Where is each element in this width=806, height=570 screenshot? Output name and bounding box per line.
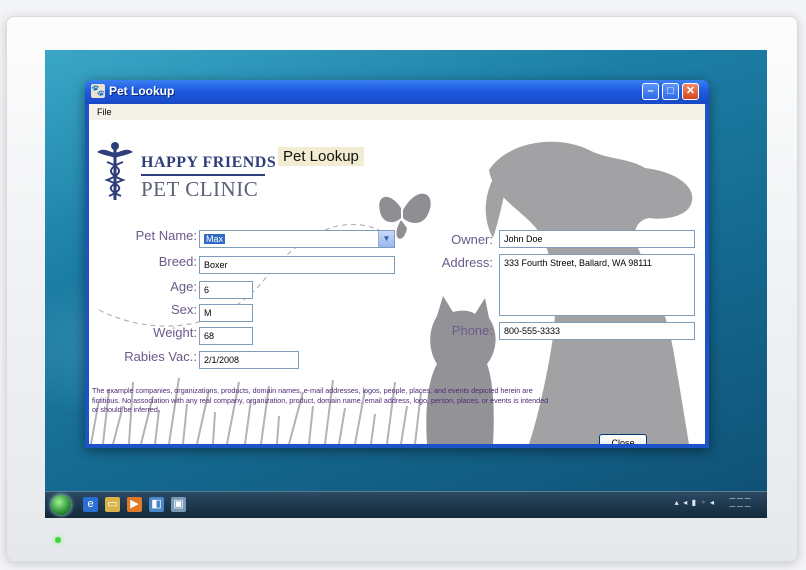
ie-icon[interactable]: e <box>83 497 98 512</box>
rabies-vac-label: Rabies Vac.: <box>124 349 197 364</box>
maximize-button[interactable]: □ <box>662 83 679 100</box>
explorer-icon[interactable]: ◧ <box>149 497 164 512</box>
breed-field[interactable]: Boxer <box>199 256 395 274</box>
address-label: Address: <box>441 255 493 270</box>
close-button[interactable]: Close <box>599 434 647 444</box>
caduceus-logo-icon <box>97 142 133 200</box>
age-field[interactable]: 6 <box>199 281 253 299</box>
sex-field[interactable]: M <box>199 304 253 322</box>
system-tray-icons[interactable]: ▴ ◂ ▮ ◦ ◂ <box>675 498 715 507</box>
clinic-name-line2: PET CLINIC <box>141 177 259 201</box>
paw-icon: 🐾 <box>91 84 105 98</box>
desktop-screen: 🐾 Pet Lookup – □ ✕ File HAPPY FRIENDS PE… <box>45 50 767 518</box>
pet-name-value: Max <box>204 234 226 244</box>
owner-field[interactable]: John Doe <box>499 230 695 248</box>
folder-icon[interactable]: ▭ <box>105 497 120 512</box>
close-window-button[interactable]: ✕ <box>682 83 699 100</box>
pet-name-label: Pet Name: <box>135 228 197 243</box>
start-orb-icon[interactable] <box>51 495 71 515</box>
weight-field[interactable]: 68 <box>199 327 253 345</box>
rabies-vac-field[interactable]: 2/1/2008 <box>199 351 299 369</box>
owner-label: Owner: <box>451 232 493 247</box>
window-titlebar[interactable]: 🐾 Pet Lookup – □ ✕ <box>85 80 709 104</box>
chevron-down-icon[interactable]: ▼ <box>378 231 394 247</box>
phone-label: Phone: <box>451 323 493 338</box>
taskbar-clock[interactable]: — — — — — — <box>725 495 755 511</box>
window-title: Pet Lookup <box>109 84 175 98</box>
menu-bar: File <box>89 104 705 120</box>
pet-name-combobox[interactable]: Max ▼ <box>199 230 395 248</box>
weight-label: Weight: <box>153 325 197 340</box>
logo-divider <box>141 174 265 176</box>
menu-file[interactable]: File <box>97 107 112 117</box>
form-client-area: HAPPY FRIENDS PET CLINIC Pet Lookup Pet … <box>89 120 705 444</box>
age-label: Age: <box>170 279 197 294</box>
minimize-button[interactable]: – <box>642 83 659 100</box>
pet-lookup-window: 🐾 Pet Lookup – □ ✕ File HAPPY FRIENDS PE… <box>85 80 709 448</box>
power-led <box>55 537 61 543</box>
sex-label: Sex: <box>170 302 197 317</box>
address-field[interactable]: 333 Fourth Street, Ballard, WA 98111 <box>499 254 695 316</box>
disclaimer-text: The example companies, organizations, pr… <box>92 386 549 414</box>
media-icon[interactable]: ▶ <box>127 497 142 512</box>
phone-field[interactable]: 800-555-3333 <box>499 322 695 340</box>
app-icon[interactable]: ▣ <box>171 497 186 512</box>
clinic-name-line1: HAPPY FRIENDS <box>141 154 277 171</box>
taskbar: e ▭ ▶ ◧ ▣ ▴ ◂ ▮ ◦ ◂ — — — — — — <box>45 491 767 518</box>
breed-label: Breed: <box>158 254 197 269</box>
form-heading: Pet Lookup <box>278 147 364 166</box>
